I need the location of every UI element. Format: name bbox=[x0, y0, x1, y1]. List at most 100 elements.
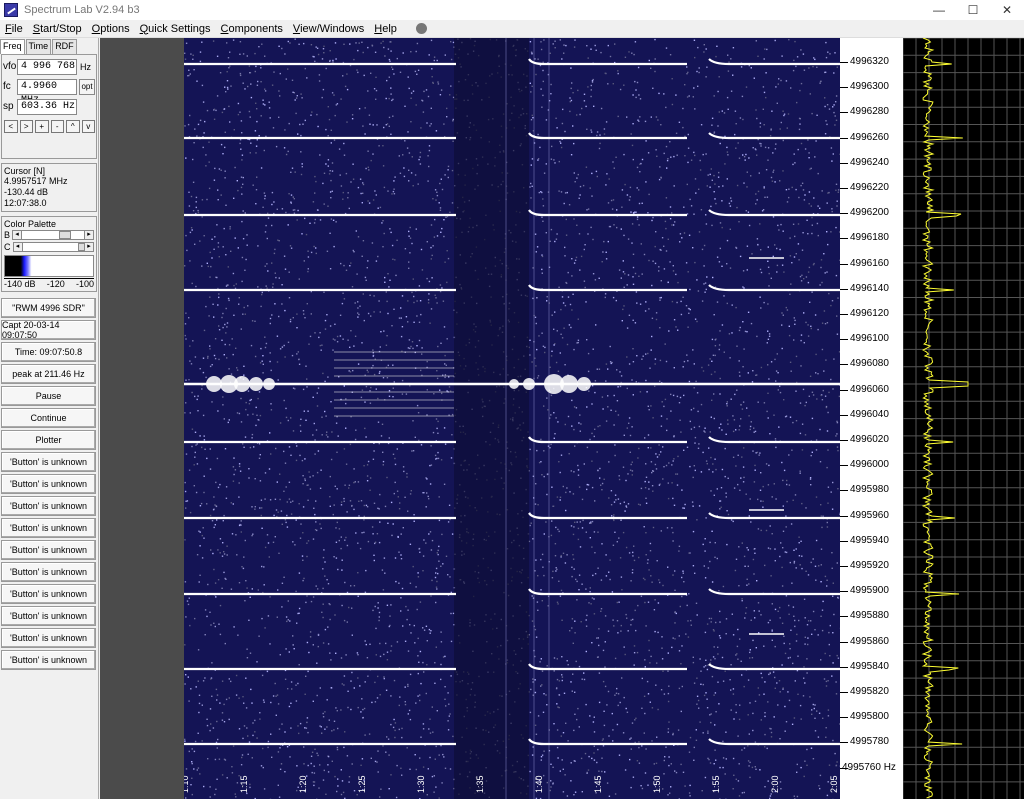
scroll-right-icon[interactable]: ▸ bbox=[84, 231, 93, 239]
unknown-button[interactable]: 'Button' is unknown bbox=[1, 628, 96, 648]
unknown-button[interactable]: 'Button' is unknown bbox=[1, 496, 96, 516]
freq-tick bbox=[840, 314, 848, 315]
time-tick-label: 2:05 bbox=[829, 775, 839, 793]
record-indicator-icon[interactable] bbox=[415, 23, 427, 34]
fc-label: fc bbox=[3, 81, 11, 92]
waterfall-canvas[interactable]: 1:10 1:15 1:20 1:25 1:30 1:35 1:40 1:45 1:50 1:55… bbox=[184, 38, 840, 799]
waterfall-display[interactable]: 1:10 1:15 1:20 1:25 1:30 1:35 1:40 1:45 1:50 1:55… bbox=[184, 38, 840, 799]
menu-start-stop[interactable]: Start/Stop bbox=[28, 23, 87, 35]
brightness-thumb[interactable] bbox=[59, 231, 72, 239]
palette-scale-mid: -120 bbox=[46, 279, 65, 289]
menu-help[interactable]: Help bbox=[369, 23, 402, 35]
brightness-label: B bbox=[4, 230, 11, 240]
color-palette-group: Color Palette B ◂ ▸ C ◂ ▸ -140 dB -120 -… bbox=[1, 216, 97, 292]
zoom-out-button[interactable]: - bbox=[50, 120, 64, 133]
pause-button[interactable]: Pause bbox=[1, 386, 96, 406]
time-tick-label: 1:35 bbox=[475, 775, 485, 793]
time-button[interactable]: Time: 09:07:50.8 bbox=[1, 342, 96, 362]
vfo-unit: Hz bbox=[80, 61, 91, 72]
menu-file[interactable]: File bbox=[0, 23, 28, 35]
spectrum-graph[interactable] bbox=[903, 38, 1024, 799]
palette-title: Color Palette bbox=[4, 219, 57, 229]
freq-tick-label: 4995980 bbox=[850, 484, 889, 496]
time-tick-label: 1:10 bbox=[184, 775, 190, 793]
unknown-button[interactable]: 'Button' is unknown bbox=[1, 650, 96, 670]
zoom-in-button[interactable]: + bbox=[35, 120, 49, 133]
step-down-button[interactable]: v bbox=[81, 120, 95, 133]
button-list: "RWM 4996 SDR" Capt 20-03-14 09:07:50 Ti… bbox=[0, 298, 98, 670]
menu-quick-settings[interactable]: Quick Settings bbox=[135, 23, 216, 35]
scroll-left-icon[interactable]: ◂ bbox=[13, 243, 23, 251]
freq-tick bbox=[840, 515, 848, 517]
fc-field[interactable]: 4.9960 MHz bbox=[17, 78, 77, 106]
contrast-slider[interactable]: ◂ ▸ bbox=[12, 242, 94, 252]
close-button[interactable]: ✕ bbox=[990, 0, 1024, 20]
palette-gradient bbox=[4, 255, 94, 277]
continue-button[interactable]: Continue bbox=[1, 408, 96, 428]
frequency-scale[interactable]: 4996320 4996300 4996280 4996260 4996240 49962… bbox=[840, 38, 903, 799]
maximize-button[interactable]: ☐ bbox=[956, 0, 990, 20]
freq-tick-label: 4996280 bbox=[850, 106, 889, 118]
vfo-field[interactable]: 4 996 768 bbox=[17, 58, 77, 75]
app-icon bbox=[4, 3, 18, 17]
spectrum-canvas bbox=[903, 38, 1024, 799]
label-button[interactable]: "RWM 4996 SDR" bbox=[1, 298, 96, 318]
freq-tick bbox=[840, 364, 848, 366]
unknown-button[interactable]: 'Button' is unknown bbox=[1, 606, 96, 626]
freq-tick bbox=[840, 263, 848, 265]
unknown-button[interactable]: 'Button' is unknown bbox=[1, 452, 96, 472]
menu-view-windows[interactable]: View/Windows bbox=[288, 23, 369, 35]
menu-options[interactable]: Options bbox=[87, 23, 135, 35]
cursor-level: -130.44 dB bbox=[4, 187, 49, 197]
freq-tick-label: 4995860 bbox=[850, 635, 889, 647]
freq-tick-label: 4995880 bbox=[850, 610, 889, 622]
freq-tick-label: 4996200 bbox=[850, 207, 889, 219]
unknown-button[interactable]: 'Button' is unknown bbox=[1, 540, 96, 560]
unknown-button[interactable]: 'Button' is unknown bbox=[1, 474, 96, 494]
tab-rdf[interactable]: RDF bbox=[52, 39, 77, 54]
freq-tick bbox=[840, 112, 848, 114]
plotter-button[interactable]: Plotter bbox=[1, 430, 96, 450]
cursor-time: 12:07:38.0 bbox=[4, 198, 47, 208]
step-left-button[interactable]: < bbox=[4, 120, 18, 133]
freq-tick-label: 4996320 bbox=[850, 56, 889, 67]
left-panel: Freq Time RDF vfo 4 996 768 Hz fc 4.9960… bbox=[0, 38, 99, 799]
freq-tick-label: 4995780 bbox=[850, 736, 889, 748]
tab-time[interactable]: Time bbox=[25, 39, 52, 54]
menu-components[interactable]: Components bbox=[216, 23, 288, 35]
freq-tick bbox=[840, 717, 848, 719]
freq-tick-label: 4995800 bbox=[850, 711, 889, 723]
freq-tick-label: 4995940 bbox=[850, 534, 889, 546]
step-right-button[interactable]: > bbox=[19, 120, 33, 133]
sp-label: sp bbox=[3, 101, 14, 112]
freq-tick bbox=[840, 339, 848, 341]
freq-tick-label: 4996120 bbox=[850, 308, 889, 319]
freq-tick-label: 4995960 bbox=[850, 509, 889, 521]
freq-tick bbox=[840, 137, 848, 139]
freq-tick bbox=[840, 389, 848, 391]
unknown-button[interactable]: 'Button' is unknown bbox=[1, 562, 96, 582]
waterfall-margin bbox=[100, 38, 184, 799]
freq-tick-label: 4995920 bbox=[850, 560, 889, 571]
sp-field[interactable]: 603.36 Hz bbox=[17, 98, 77, 115]
freq-tick bbox=[840, 540, 848, 542]
cursor-title: Cursor [N] bbox=[4, 166, 46, 176]
scroll-right-icon[interactable]: ▸ bbox=[84, 243, 93, 251]
freq-tick-label: 4996140 bbox=[850, 282, 889, 294]
unknown-button[interactable]: 'Button' is unknown bbox=[1, 584, 96, 604]
cursor-group: Cursor [N] 4.9957517 MHz -130.44 dB 12:0… bbox=[1, 163, 97, 212]
freq-tick-label: 4996260 bbox=[850, 131, 889, 143]
minimize-button[interactable]: — bbox=[922, 0, 956, 20]
brightness-slider[interactable]: ◂ ▸ bbox=[12, 230, 94, 240]
scroll-left-icon[interactable]: ◂ bbox=[13, 231, 23, 239]
vfo-label: vfo bbox=[3, 61, 17, 72]
time-tick-label: 1:30 bbox=[416, 775, 426, 793]
step-up-button[interactable]: ^ bbox=[66, 120, 80, 133]
opt-button[interactable]: opt bbox=[79, 78, 95, 95]
peak-button[interactable]: peak at 211.46 Hz bbox=[1, 364, 96, 384]
freq-tick-label: 4996000 bbox=[850, 459, 889, 471]
freq-tick-label: 4996100 bbox=[850, 333, 889, 345]
capture-button[interactable]: Capt 20-03-14 09:07:50 bbox=[1, 320, 96, 340]
tab-freq[interactable]: Freq bbox=[0, 39, 25, 54]
unknown-button[interactable]: 'Button' is unknown bbox=[1, 518, 96, 538]
